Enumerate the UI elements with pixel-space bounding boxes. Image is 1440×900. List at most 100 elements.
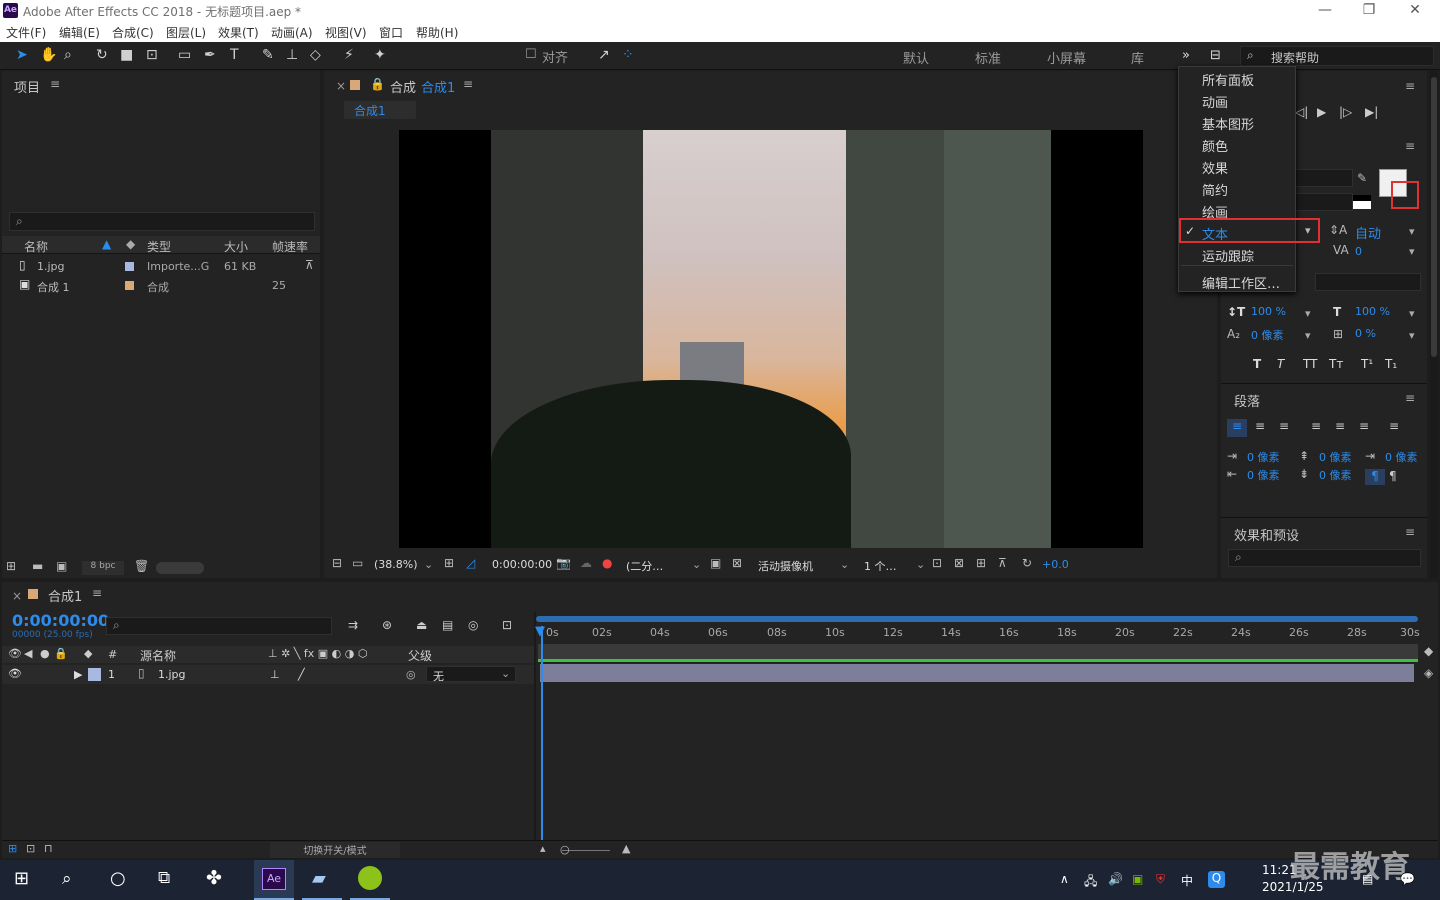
layer-duration-bar[interactable] (540, 664, 1414, 682)
faux-italic-button[interactable]: T (1277, 357, 1284, 371)
rtl-direction-icon[interactable]: ¶ (1389, 469, 1397, 483)
chevron-down-icon[interactable]: ▾ (1305, 307, 1311, 320)
network-icon[interactable]: 🖧 (1084, 872, 1097, 893)
play-icon[interactable]: ▶ (1317, 105, 1326, 119)
right-scrollbar[interactable] (1430, 71, 1438, 578)
reset-exposure-icon[interactable]: ↻ (1022, 556, 1032, 570)
snap-grid-icon[interactable]: ⁘ (622, 47, 634, 63)
zoom-dropdown[interactable]: (38.8%) (374, 558, 418, 571)
panel-menu-icon[interactable]: ≡ (92, 586, 102, 600)
layer-name[interactable]: 1.jpg (158, 668, 186, 681)
pan-behind-tool-icon[interactable]: ⊡ (146, 47, 158, 63)
zoom-out-icon[interactable]: ▴ (540, 842, 546, 855)
fast-preview-icon[interactable]: ⊠ (954, 556, 964, 570)
maximize-button[interactable]: ❐ (1358, 2, 1380, 18)
qq-icon[interactable]: Q (1208, 871, 1225, 888)
baseline-shift-value[interactable]: 0 像素 (1251, 327, 1284, 343)
sync-settings-icon[interactable]: ⊟ (1210, 48, 1221, 63)
subscript-button[interactable]: T₁ (1385, 357, 1397, 371)
justify-all-icon[interactable]: ≡ (1389, 419, 1399, 433)
layer-row[interactable]: 👁 ▶ 1 ▯ 1.jpg ⊥ ╱ ◎ 无 ⌄ (2, 665, 534, 684)
align-right-icon[interactable]: ≡ (1279, 419, 1289, 433)
menu-composition[interactable]: 合成(C) (112, 24, 154, 41)
rotate-tool-icon[interactable]: ↻ (96, 47, 108, 63)
draft-3d-icon[interactable]: ⊛ (382, 618, 392, 632)
comp-subtab[interactable]: 合成1 (344, 101, 416, 119)
menu-item-edit-workspaces[interactable]: 编辑工作区… (1202, 273, 1280, 292)
leading-value[interactable]: 自动 (1355, 223, 1381, 242)
selection-tool-icon[interactable]: ➤ (16, 47, 28, 63)
views-dropdown[interactable]: 1 个… (864, 558, 897, 574)
eyedropper-icon[interactable]: ✎ (1357, 171, 1367, 185)
toggle-switches-modes-button[interactable]: 切换开关/模式 (270, 842, 400, 858)
camera-tool-icon[interactable]: ■ (120, 47, 133, 63)
ltr-direction-icon[interactable]: ¶ (1365, 469, 1385, 485)
timeline-icon[interactable]: ⊞ (976, 556, 986, 570)
vertical-scale-value[interactable]: 100 % (1251, 305, 1286, 318)
in-out-icon[interactable]: ⊓ (44, 842, 53, 855)
menu-item-minimal[interactable]: 简约 (1202, 180, 1228, 199)
zoom-tool-icon[interactable]: ⌕ (64, 47, 72, 63)
prev-frame-icon[interactable]: ◁| (1295, 105, 1308, 119)
work-area-bar[interactable] (536, 616, 1418, 622)
menu-item-animation[interactable]: 动画 (1202, 92, 1228, 111)
camera-dropdown[interactable]: 活动摄像机 (758, 558, 813, 574)
col-source-name[interactable]: 源名称 (140, 647, 176, 664)
label-tag-icon[interactable]: ◆ (84, 647, 92, 660)
font-family-dropdown[interactable] (1295, 169, 1353, 187)
all-caps-button[interactable]: TT (1303, 357, 1317, 371)
layer-button-icon[interactable]: ◈ (1424, 666, 1433, 680)
label-color-swatch[interactable] (88, 668, 101, 681)
space-after-value[interactable]: 0 像素 (1319, 467, 1352, 483)
next-frame-icon[interactable]: |▷ (1339, 105, 1352, 119)
space-before-value[interactable]: 0 像素 (1319, 449, 1352, 465)
effects-search-input[interactable]: ⌕ (1228, 549, 1421, 567)
align-center-icon[interactable]: ≡ (1255, 419, 1265, 433)
menu-file[interactable]: 文件(F) (6, 24, 46, 41)
chevron-down-icon[interactable]: ▾ (1409, 329, 1415, 342)
col-type[interactable]: 类型 (147, 238, 171, 255)
superscript-button[interactable]: T¹ (1361, 357, 1373, 371)
menu-window[interactable]: 窗口 (379, 24, 403, 41)
new-composition-icon[interactable]: ▣ (56, 559, 67, 573)
solo-icon[interactable]: ● (40, 647, 50, 660)
taskbar-app-3[interactable] (350, 860, 390, 900)
indent-left-value[interactable]: 0 像素 (1247, 449, 1280, 465)
col-fps[interactable]: 帧速率 (272, 238, 308, 255)
flowchart-icon[interactable]: ⊼ (305, 258, 314, 272)
panel-menu-icon[interactable]: ≡ (1405, 391, 1415, 405)
workspace-standard[interactable]: 标准 (975, 48, 1001, 67)
roto-brush-tool-icon[interactable]: ⚡ (344, 47, 354, 63)
toggle-pixel-aspect-icon[interactable]: ⊡ (932, 556, 942, 570)
eraser-tool-icon[interactable]: ◇ (310, 47, 321, 63)
lock-icon[interactable]: 🔒 (54, 647, 68, 660)
show-snapshot-icon[interactable]: ☁ (580, 556, 592, 570)
last-frame-icon[interactable]: ▶| (1365, 105, 1378, 119)
search-help-field[interactable]: ⌕ 搜索帮助 (1240, 46, 1434, 66)
trash-icon[interactable]: 🗑 (134, 559, 149, 573)
puppet-pin-tool-icon[interactable]: ✦ (374, 47, 386, 63)
label-tag-icon[interactable]: ◆ (126, 237, 135, 251)
snapshot-icon[interactable]: 📷 (556, 556, 571, 570)
chevron-down-icon[interactable]: ⌄ (916, 558, 925, 571)
thumbnail-slider[interactable] (156, 562, 204, 574)
current-time-display[interactable]: 0:00:00:00 (492, 558, 552, 571)
stroke-style-dropdown[interactable] (1315, 273, 1421, 291)
cortana-icon[interactable]: ○ (110, 868, 126, 889)
visibility-icon[interactable]: 👁 (8, 647, 22, 660)
small-caps-button[interactable]: Tт (1329, 357, 1343, 371)
playhead[interactable] (541, 626, 543, 840)
chevron-down-icon[interactable]: ⌄ (840, 558, 849, 571)
task-view-icon[interactable]: ⧉ (158, 868, 170, 888)
project-row[interactable]: ▯ 1.jpg Importe...G 61 KB ⊼ (2, 258, 320, 275)
kerning-value[interactable]: 0 (1355, 245, 1362, 258)
comp-mini-flowchart-icon[interactable]: ⇉ (348, 618, 358, 632)
timeline-tab[interactable]: 合成1 (48, 586, 82, 605)
taskbar-app-2[interactable]: ▰ (302, 860, 342, 900)
panel-menu-icon[interactable]: ≡ (1405, 525, 1415, 539)
workspace-libraries[interactable]: 库 (1131, 48, 1144, 67)
expand-arrow-icon[interactable]: ▶ (74, 668, 82, 681)
close-button[interactable]: ✕ (1404, 2, 1426, 18)
sort-asc-icon[interactable]: ▲ (102, 237, 111, 251)
indent-right-value[interactable]: 0 像素 (1247, 467, 1280, 483)
